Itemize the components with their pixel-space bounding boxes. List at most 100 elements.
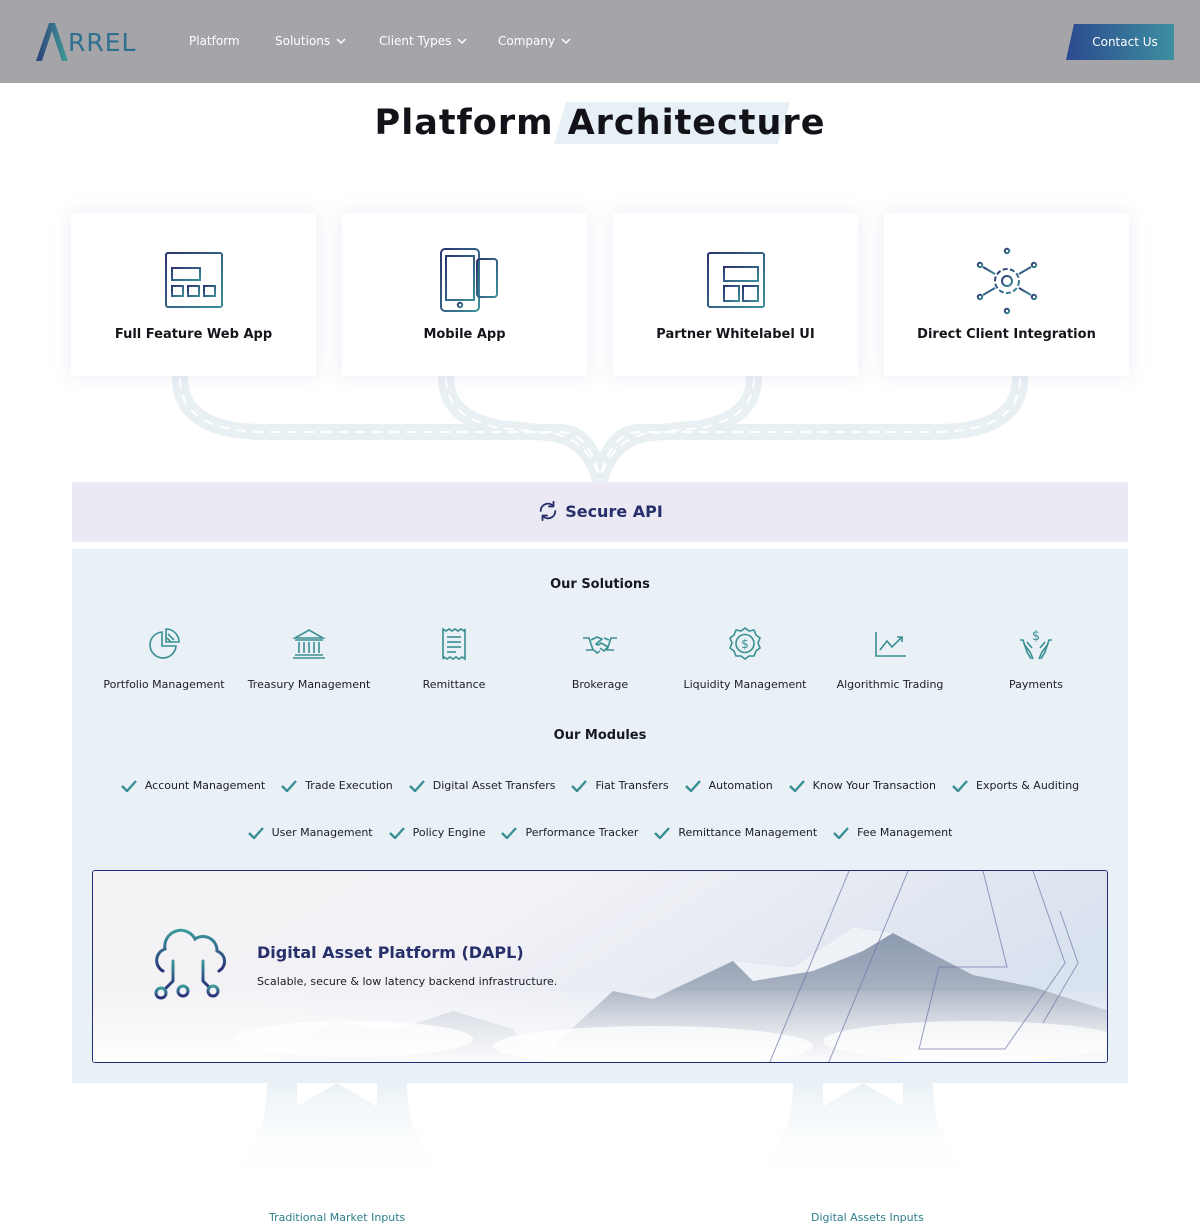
module-item: Trade Execution <box>281 779 393 792</box>
mountain-background <box>93 871 1107 1062</box>
nav-company-label: Company <box>498 34 556 48</box>
check-icon <box>408 779 425 792</box>
title-part-1: Platform <box>374 103 554 143</box>
check-icon <box>281 779 298 792</box>
integration-gear-icon <box>976 247 1038 315</box>
chevron-down-icon <box>561 38 571 45</box>
secure-api-bar: Secure API <box>72 482 1128 542</box>
solution-portfolio-management[interactable]: Portfolio Management <box>89 626 239 691</box>
module-label: Performance Tracker <box>525 826 639 839</box>
module-item: Fee Management <box>833 826 952 839</box>
whitelabel-ui-icon <box>707 252 765 308</box>
check-icon <box>120 779 137 792</box>
mobile-app-icon <box>440 248 498 312</box>
nav-client-types-label: Client Types <box>379 34 452 48</box>
solution-label: Payments <box>1009 678 1063 691</box>
svg-text:RREL: RREL <box>68 28 136 57</box>
nav-platform-label: Platform <box>189 34 240 48</box>
web-app-icon <box>165 252 223 308</box>
chevron-down-icon <box>457 38 467 45</box>
trend-chart-icon <box>875 632 906 657</box>
solution-liquidity-management[interactable]: $ Liquidity Management <box>670 626 820 691</box>
module-label: Exports & Auditing <box>976 779 1080 792</box>
nav-company[interactable]: Company <box>498 34 571 48</box>
dapl-subtitle: Scalable, secure & low latency backend i… <box>257 975 558 988</box>
module-label: Remittance Management <box>678 826 818 839</box>
channel-card-whitelabel[interactable]: Partner Whitelabel UI <box>613 213 858 376</box>
nav-client-types[interactable]: Client Types <box>379 34 467 48</box>
module-item: User Management <box>247 826 373 839</box>
module-label: User Management <box>271 826 373 839</box>
check-icon <box>388 826 405 839</box>
dapl-title: Digital Asset Platform (DAPL) <box>257 943 524 962</box>
solution-label: Algorithmic Trading <box>836 678 944 691</box>
module-label: Fee Management <box>857 826 953 839</box>
digital-assets-inputs-label: Digital Assets Inputs <box>811 1211 924 1224</box>
solution-remittance[interactable]: Remittance <box>379 626 529 691</box>
module-label: Trade Execution <box>305 779 393 792</box>
module-item: Remittance Management <box>654 826 817 839</box>
module-item: Digital Asset Transfers <box>408 779 556 792</box>
module-label: Know Your Transaction <box>812 779 936 792</box>
modules-row-2: User Management Policy Engine Performanc… <box>72 826 1128 839</box>
receipt-icon <box>442 627 466 661</box>
pie-chart-icon <box>149 628 180 659</box>
module-item: Fiat Transfers <box>571 779 669 792</box>
check-icon <box>952 779 968 792</box>
modules-heading: Our Modules <box>553 728 647 743</box>
bank-icon <box>291 629 327 659</box>
check-icon <box>247 826 264 839</box>
handshake-icon <box>583 636 617 654</box>
dapl-banner: Digital Asset Platform (DAPL) Scalable, … <box>92 870 1108 1063</box>
svg-text:$: $ <box>741 637 749 651</box>
module-label: Policy Engine <box>412 826 486 839</box>
module-item: Know Your Transaction <box>788 779 936 792</box>
page-title: Platform Architecture <box>0 103 1200 143</box>
solution-treasury-management[interactable]: Treasury Management <box>234 626 384 691</box>
module-item: Performance Tracker <box>501 826 638 839</box>
nav-platform[interactable]: Platform <box>189 34 240 48</box>
module-item: Account Management <box>120 779 266 792</box>
connector-roads <box>172 370 1028 488</box>
hands-dollar-icon: $ <box>1020 629 1052 660</box>
nav-solutions[interactable]: Solutions <box>275 34 346 48</box>
solution-label: Brokerage <box>571 678 629 691</box>
check-icon <box>654 826 671 839</box>
channel-card-mobile-app[interactable]: Mobile App <box>342 213 587 376</box>
arrel-logo[interactable]: RREL <box>34 20 152 64</box>
solutions-heading: Our Solutions <box>550 577 650 592</box>
channel-label: Full Feature Web App <box>114 327 273 342</box>
top-nav: RREL Platform Solutions Client Types Com… <box>0 0 1200 83</box>
traditional-market-inputs-label: Traditional Market Inputs <box>269 1211 406 1224</box>
channel-card-direct-integration[interactable]: Direct Client Integration <box>884 213 1129 376</box>
channel-label: Mobile App <box>423 327 506 342</box>
channel-label: Direct Client Integration <box>917 327 1096 342</box>
chevron-down-icon <box>336 38 346 45</box>
check-icon <box>684 779 701 792</box>
module-label: Digital Asset Transfers <box>432 779 556 792</box>
solution-label: Portfolio Management <box>103 678 225 691</box>
svg-text:$: $ <box>1032 629 1040 644</box>
module-label: Fiat Transfers <box>595 779 669 792</box>
module-item: Automation <box>684 779 773 792</box>
module-label: Account Management <box>144 779 266 792</box>
sync-icon <box>539 500 557 522</box>
nav-solutions-label: Solutions <box>275 34 331 48</box>
solution-label: Remittance <box>422 678 486 691</box>
solution-label: Liquidity Management <box>683 678 807 691</box>
check-icon <box>788 779 805 792</box>
secure-api-label: Secure API <box>565 501 663 521</box>
module-item: Policy Engine <box>388 826 486 839</box>
solution-payments[interactable]: $ Payments <box>961 626 1111 691</box>
contact-us-label: Contact Us <box>1092 35 1158 49</box>
dollar-badge-icon: $ <box>729 627 761 660</box>
solution-algorithmic-trading[interactable]: Algorithmic Trading <box>815 626 965 691</box>
check-icon <box>571 779 588 792</box>
title-block: Platform Architecture <box>0 100 1200 148</box>
channel-card-web-app[interactable]: Full Feature Web App <box>71 213 316 376</box>
solution-brokerage[interactable]: Brokerage <box>525 626 675 691</box>
contact-us-button[interactable]: Contact Us <box>1066 24 1174 60</box>
check-icon <box>833 826 850 839</box>
module-item: Exports & Auditing <box>952 779 1079 792</box>
cloud-circuit-icon <box>154 928 226 1000</box>
